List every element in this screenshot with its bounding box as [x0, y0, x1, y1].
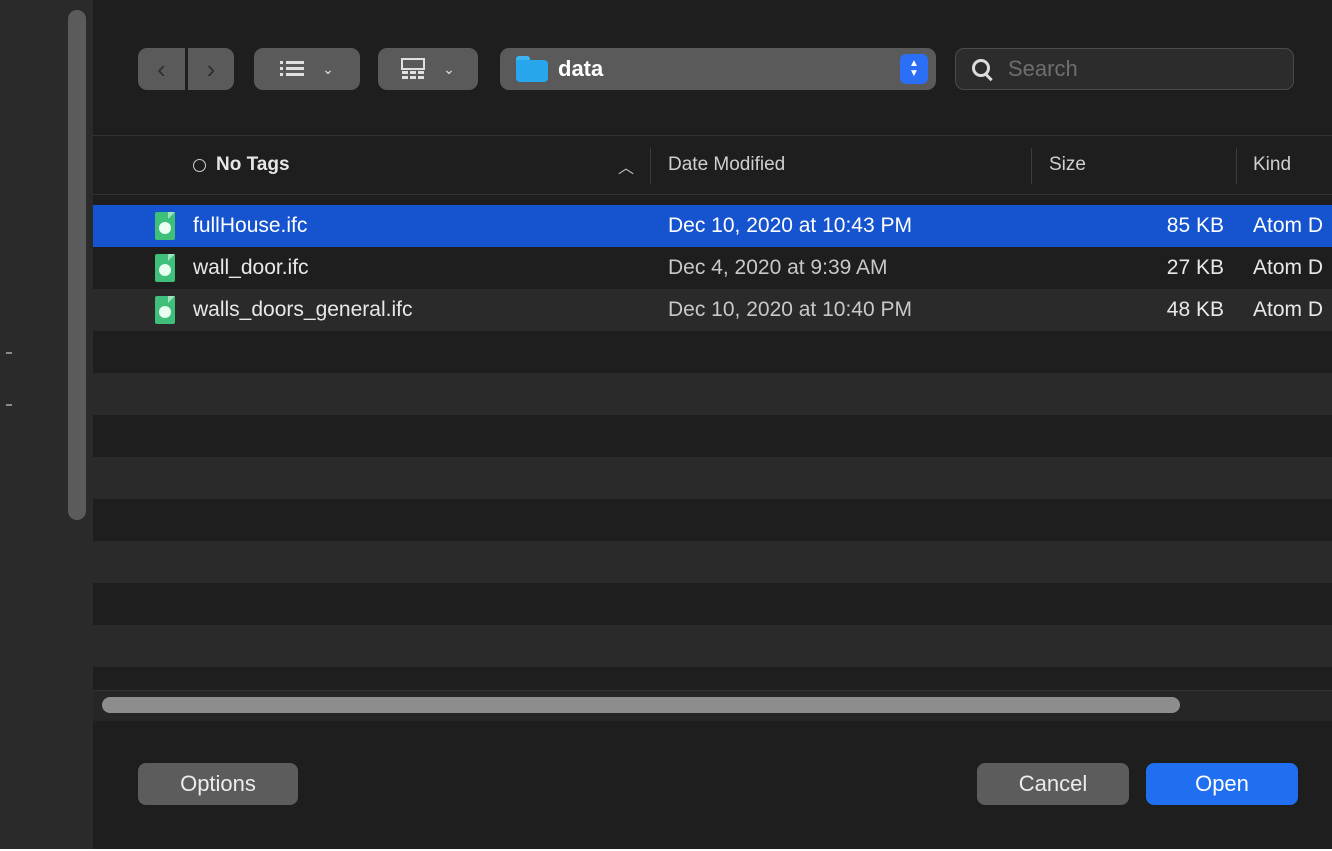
tag-circle-icon: [193, 158, 206, 172]
file-size: 48 KB: [1166, 298, 1224, 321]
file-size: 27 KB: [1166, 256, 1224, 279]
ifc-file-icon: [155, 296, 175, 324]
sidebar-scrollbar[interactable]: [68, 10, 86, 520]
chevron-down-icon: ⌄: [443, 60, 455, 77]
empty-row: [93, 373, 1332, 415]
ifc-file-icon: [155, 212, 175, 240]
column-separator[interactable]: [1236, 148, 1237, 184]
file-date: Dec 10, 2020 at 10:43 PM: [668, 214, 912, 237]
column-header-label: No Tags: [216, 154, 290, 175]
search-icon: [972, 59, 993, 82]
file-list: No Tags ︿ Date Modified Size Kind fullHo…: [93, 135, 1332, 690]
column-header-label: Size: [1049, 154, 1086, 175]
file-kind: Atom D: [1253, 256, 1324, 279]
open-file-dialog: ‹ › ⌄ ⌄ data ▲ ▼ Search No Tags ︿ Date M…: [0, 0, 1332, 849]
horizontal-scroll-thumb[interactable]: [102, 697, 1180, 713]
icon-view-button[interactable]: ⌄: [378, 48, 478, 90]
empty-row: [93, 625, 1332, 667]
column-separator[interactable]: [650, 148, 651, 184]
open-button[interactable]: Open: [1146, 763, 1298, 805]
file-name: wall_door.ifc: [193, 256, 309, 279]
empty-row: [93, 541, 1332, 583]
empty-row: [93, 415, 1332, 457]
file-row[interactable]: walls_doors_general.ifc Dec 10, 2020 at …: [93, 289, 1332, 331]
horizontal-scrollbar[interactable]: [93, 690, 1332, 721]
list-view-button[interactable]: ⌄: [254, 48, 360, 90]
chevron-down-icon: ⌄: [322, 60, 334, 77]
file-date: Dec 4, 2020 at 9:39 AM: [668, 256, 888, 279]
empty-row: [93, 583, 1332, 625]
dialog-footer: Options Cancel Open: [93, 721, 1332, 849]
forward-button[interactable]: ›: [188, 48, 234, 90]
column-header-size[interactable]: Size: [1049, 136, 1086, 194]
file-kind: Atom D: [1253, 214, 1324, 237]
file-row[interactable]: wall_door.ifc Dec 4, 2020 at 9:39 AM 27 …: [93, 247, 1332, 289]
column-header-date[interactable]: Date Modified: [668, 136, 785, 194]
empty-row: [93, 331, 1332, 373]
chevron-left-icon: ‹: [157, 54, 166, 84]
sidebar: [0, 0, 93, 849]
search-field[interactable]: [955, 48, 1294, 90]
icon-grid-icon: [401, 58, 426, 79]
file-name: walls_doors_general.ifc: [193, 298, 413, 321]
ifc-file-icon: [155, 254, 175, 282]
cancel-button[interactable]: Cancel: [977, 763, 1129, 805]
popup-stepper-icon: ▲ ▼: [900, 54, 928, 84]
chevron-right-icon: ›: [206, 54, 216, 84]
file-name: fullHouse.ifc: [193, 214, 308, 237]
location-label: data: [558, 56, 604, 81]
empty-row: [93, 457, 1332, 499]
column-header-kind[interactable]: Kind: [1253, 136, 1291, 194]
column-separator[interactable]: [1031, 148, 1032, 184]
location-popup[interactable]: data ▲ ▼: [500, 48, 936, 90]
file-row[interactable]: fullHouse.ifc Dec 10, 2020 at 10:43 PM 8…: [93, 205, 1332, 247]
sidebar-divider: [6, 352, 12, 354]
folder-icon: [516, 56, 548, 82]
list-view-icon: [280, 61, 305, 76]
empty-row: [93, 499, 1332, 541]
file-kind: Atom D: [1253, 298, 1324, 321]
sort-ascending-icon: ︿: [618, 160, 635, 177]
search-input[interactable]: [1006, 55, 1270, 83]
back-button[interactable]: ‹: [138, 48, 185, 90]
toolbar: ‹ › ⌄ ⌄ data ▲ ▼ Search: [93, 0, 1332, 135]
options-button[interactable]: Options: [138, 763, 298, 805]
sidebar-divider: [6, 404, 12, 406]
column-header-label: Kind: [1253, 154, 1292, 175]
column-header-row: No Tags ︿ Date Modified Size Kind: [93, 135, 1332, 195]
column-header-name[interactable]: No Tags: [193, 136, 290, 194]
column-header-label: Date Modified: [668, 154, 786, 175]
file-date: Dec 10, 2020 at 10:40 PM: [668, 298, 912, 321]
file-size: 85 KB: [1166, 214, 1224, 237]
